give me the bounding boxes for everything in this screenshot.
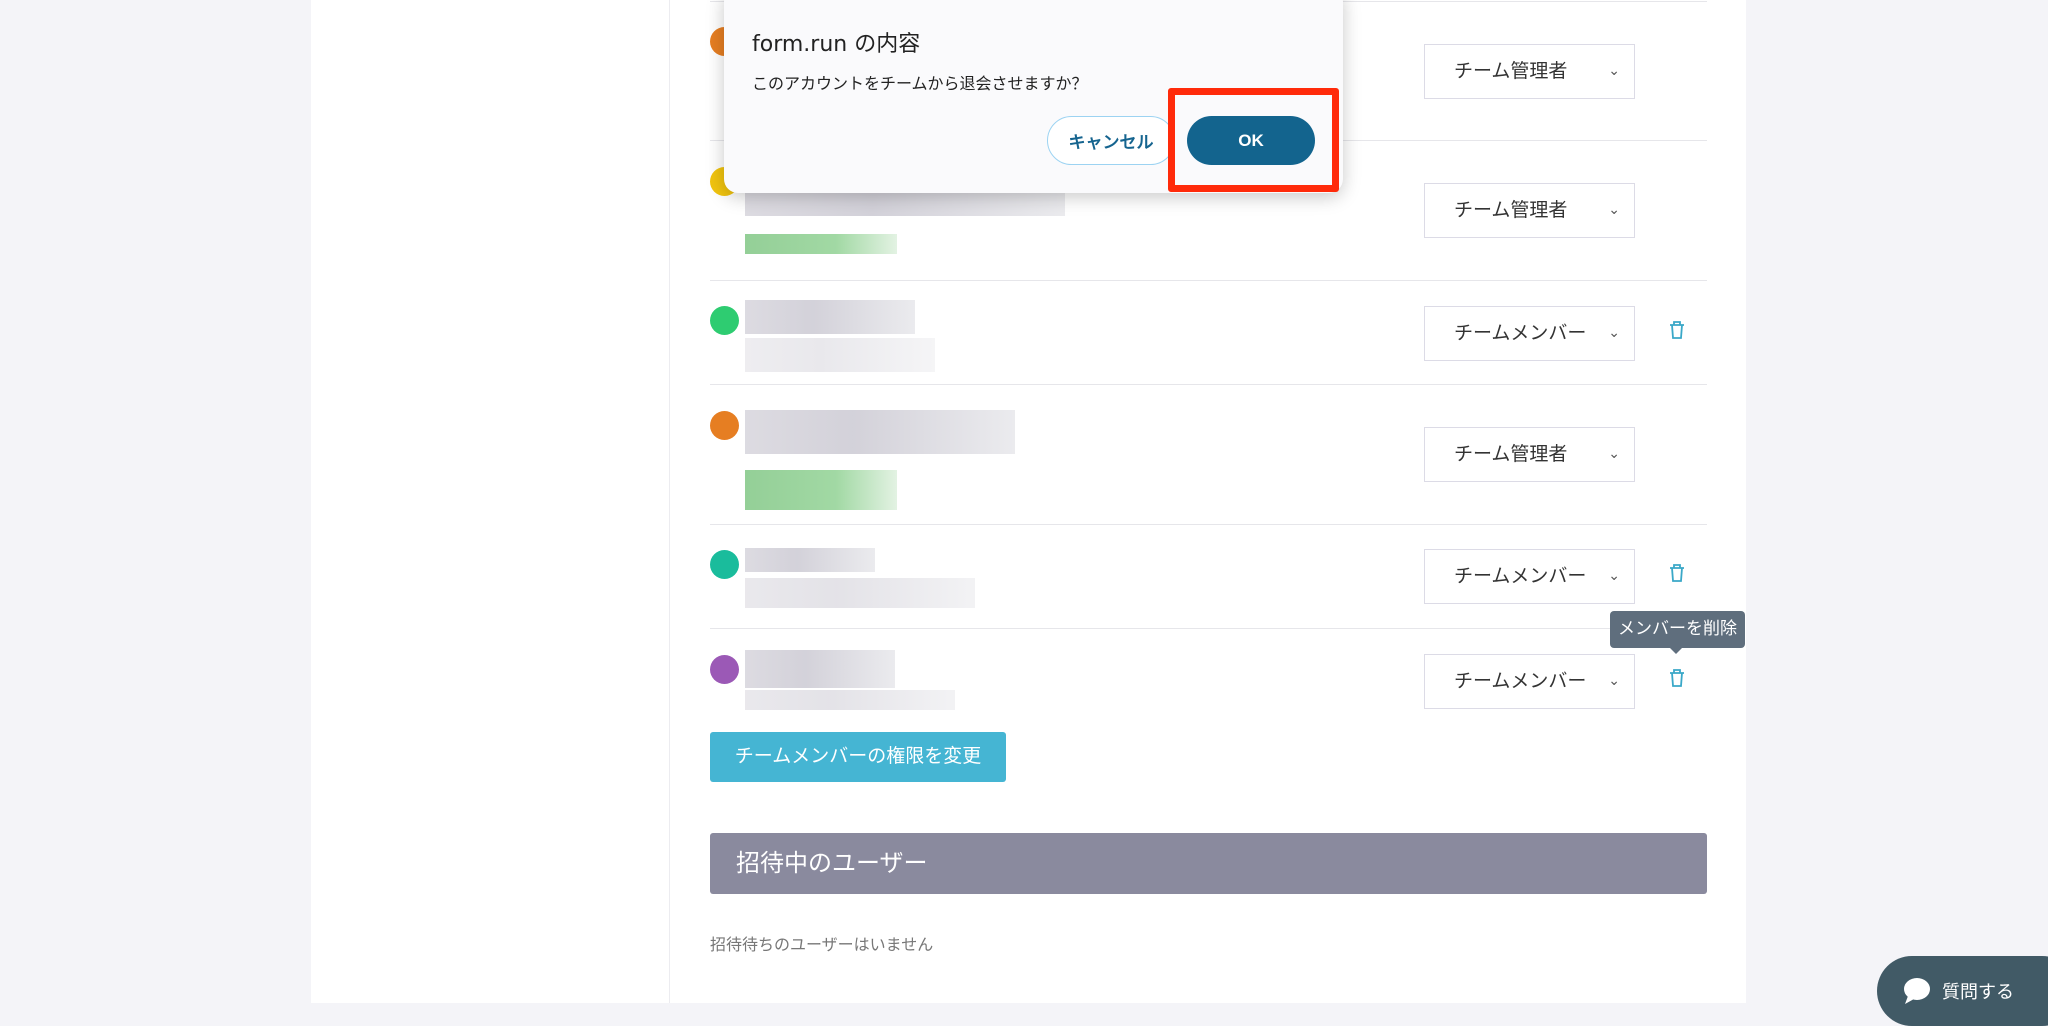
role-value: チーム管理者 <box>1454 199 1568 221</box>
chevron-down-icon: ⌄ <box>1608 568 1620 584</box>
redacted-name <box>745 548 875 572</box>
redacted-email <box>745 578 975 608</box>
chevron-down-icon: ⌄ <box>1608 673 1620 689</box>
avatar <box>710 411 739 440</box>
dialog-message: このアカウントをチームから退会させますか？ <box>752 74 1088 93</box>
role-value: チームメンバー <box>1454 565 1587 587</box>
delete-member-tooltip: メンバーを削除 <box>1610 611 1745 654</box>
redacted-name <box>745 650 895 688</box>
trash-icon[interactable] <box>1668 320 1686 340</box>
redacted-name <box>745 192 1065 216</box>
highlight-box <box>1168 88 1339 192</box>
redacted-name <box>745 300 915 334</box>
chevron-down-icon: ⌄ <box>1608 63 1620 79</box>
trash-icon[interactable] <box>1668 668 1686 688</box>
role-select[interactable]: チーム管理者 ⌄ <box>1424 44 1635 99</box>
role-value: チーム管理者 <box>1454 443 1568 465</box>
chat-help-button[interactable]: 質問する <box>1877 956 2048 1026</box>
row-divider <box>710 280 1707 281</box>
redacted-badge <box>745 470 897 510</box>
redacted-email <box>745 690 955 710</box>
role-value: チームメンバー <box>1454 322 1587 344</box>
sidebar-divider <box>669 0 670 1003</box>
role-select[interactable]: チームメンバー ⌄ <box>1424 654 1635 709</box>
invited-users-heading: 招待中のユーザー <box>710 833 1707 894</box>
role-select[interactable]: チームメンバー ⌄ <box>1424 549 1635 604</box>
role-select[interactable]: チーム管理者 ⌄ <box>1424 183 1635 238</box>
chevron-down-icon: ⌄ <box>1608 202 1620 218</box>
change-permissions-button[interactable]: チームメンバーの権限を変更 <box>710 732 1006 782</box>
chat-bubble-icon <box>1904 978 1930 1004</box>
redacted-email <box>745 338 935 372</box>
avatar <box>710 550 739 579</box>
role-select[interactable]: チームメンバー ⌄ <box>1424 306 1635 361</box>
chevron-down-icon: ⌄ <box>1608 446 1620 462</box>
role-value: チーム管理者 <box>1454 60 1568 82</box>
redacted-badge <box>745 234 897 254</box>
row-divider <box>710 384 1707 385</box>
chat-label: 質問する <box>1942 982 2014 1003</box>
cancel-button[interactable]: キャンセル <box>1047 116 1175 165</box>
avatar <box>710 306 739 335</box>
role-select[interactable]: チーム管理者 ⌄ <box>1424 427 1635 482</box>
dialog-title: form.run の内容 <box>752 32 921 57</box>
row-divider <box>710 628 1707 629</box>
avatar <box>710 655 739 684</box>
trash-icon[interactable] <box>1668 563 1686 583</box>
role-value: チームメンバー <box>1454 670 1587 692</box>
row-divider <box>710 524 1707 525</box>
invited-empty-text: 招待待ちのユーザーはいません <box>710 935 934 954</box>
chevron-down-icon: ⌄ <box>1608 325 1620 341</box>
redacted-name <box>745 410 1015 454</box>
